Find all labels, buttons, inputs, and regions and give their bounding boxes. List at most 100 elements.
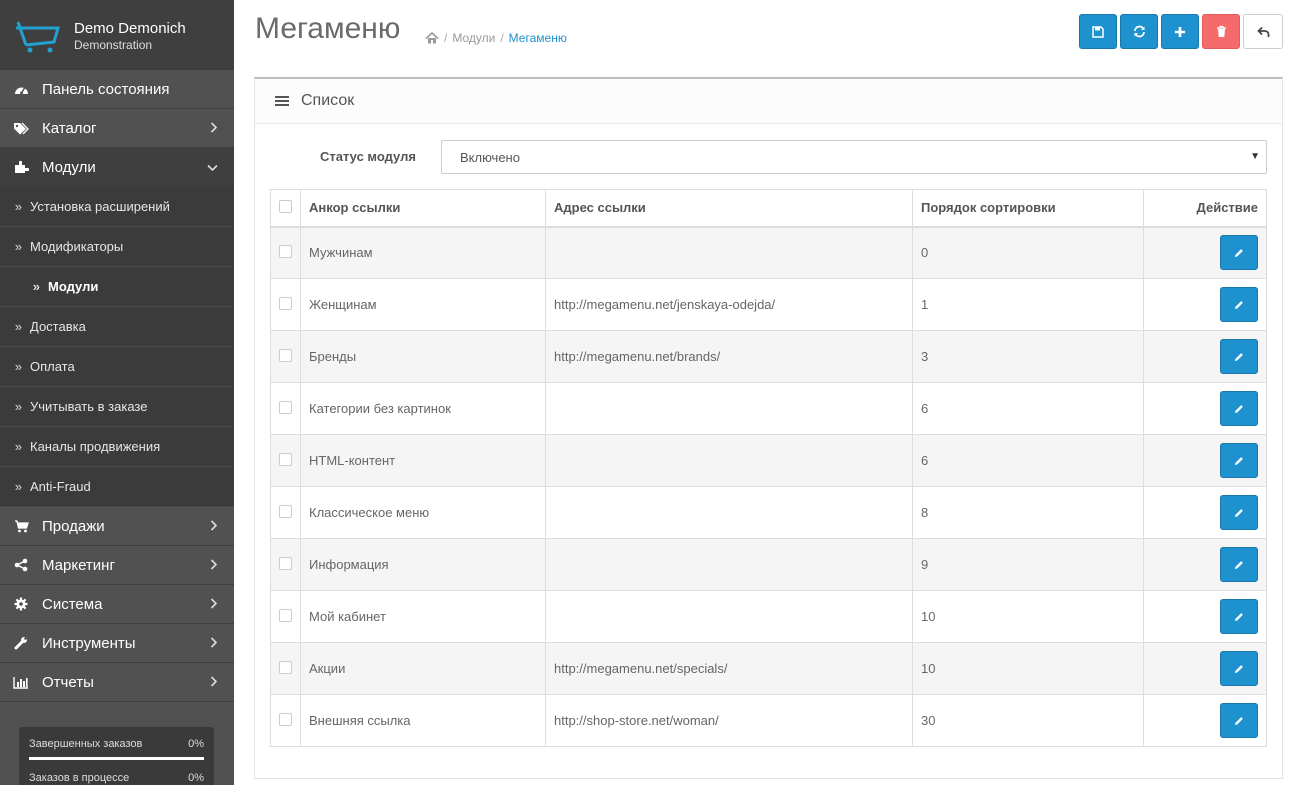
table-row: Мой кабинет 10 (270, 590, 1267, 643)
pencil-icon (1234, 457, 1243, 465)
anchor-cell: Классическое меню (300, 486, 546, 539)
row-checkbox[interactable] (279, 400, 292, 414)
table-header-row: Анкор ссылки Адрес ссылки Порядок сортир… (270, 189, 1267, 228)
home-icon[interactable] (425, 32, 439, 44)
edit-button[interactable] (1220, 495, 1258, 530)
chevron-right-icon (210, 559, 218, 570)
sub-nav-anti-fraud[interactable]: » Anti-Fraud (0, 467, 234, 507)
row-checkbox[interactable] (279, 660, 292, 674)
row-select-cell (270, 226, 301, 279)
anchor-cell: Категории без картинок (300, 382, 546, 435)
refresh-icon (1133, 25, 1145, 38)
pencil-icon (1234, 613, 1243, 621)
sub-nav-order-totals[interactable]: » Учитывать в заказе (0, 387, 234, 427)
progress-bar (29, 757, 204, 760)
sub-nav-payment[interactable]: » Оплата (0, 347, 234, 387)
dashboard-icon (0, 83, 42, 95)
add-button[interactable] (1161, 14, 1199, 49)
nav-label: Панель состояния (42, 80, 170, 98)
anchor-cell: Бренды (300, 330, 546, 383)
sub-nav-label: Каналы продвижения (30, 439, 161, 454)
nav-sales[interactable]: Продажи (0, 507, 234, 546)
action-cell (1143, 538, 1267, 591)
nav-marketing[interactable]: Маркетинг (0, 546, 234, 585)
row-checkbox[interactable] (279, 348, 292, 362)
action-cell (1143, 486, 1267, 539)
pencil-icon (1234, 561, 1243, 569)
delete-button[interactable] (1202, 14, 1240, 49)
row-select-cell (270, 538, 301, 591)
nav-tools[interactable]: Инструменты (0, 624, 234, 663)
breadcrumb-link-megamenu[interactable]: Мегаменю (509, 31, 567, 45)
row-checkbox[interactable] (279, 712, 292, 726)
nav-system[interactable]: Система (0, 585, 234, 624)
status-select[interactable]: Включено ▼ (441, 140, 1267, 174)
table-row: Женщинам http://megamenu.net/jenskaya-od… (270, 278, 1267, 331)
sort-cell: 1 (912, 278, 1144, 331)
nav-dashboard[interactable]: Панель состояния (0, 70, 234, 109)
chevron-right-icon (210, 637, 218, 648)
breadcrumb-link-modules[interactable]: Модули (452, 31, 495, 45)
edit-button[interactable] (1220, 651, 1258, 686)
row-select-cell (270, 330, 301, 383)
double-chevron-icon: » (14, 359, 22, 374)
nav-modules[interactable]: Модули (0, 148, 234, 187)
brand-name: Demo Demonich (74, 20, 186, 37)
edit-button[interactable] (1220, 443, 1258, 478)
chevron-down-icon (207, 164, 218, 172)
bar-chart-icon (0, 676, 42, 689)
sort-cell: 3 (912, 330, 1144, 383)
row-checkbox[interactable] (279, 244, 292, 258)
select-all-checkbox[interactable] (279, 199, 292, 213)
table-row: Мужчинам 0 (270, 226, 1267, 279)
pencil-icon (1234, 509, 1243, 517)
action-cell (1143, 278, 1267, 331)
pencil-icon (1234, 665, 1243, 673)
edit-button[interactable] (1220, 703, 1258, 738)
cart-icon (0, 519, 42, 533)
edit-button[interactable] (1220, 599, 1258, 634)
edit-button[interactable] (1220, 547, 1258, 582)
wrench-icon (0, 636, 42, 650)
share-icon (0, 558, 42, 572)
panel-heading: Список (255, 79, 1282, 124)
sub-nav-feeds[interactable]: » Каналы продвижения (0, 427, 234, 467)
sort-cell: 6 (912, 382, 1144, 435)
url-cell: http://shop-store.net/woman/ (545, 694, 913, 747)
progress-label: Заказов в процессе (29, 772, 130, 784)
row-checkbox[interactable] (279, 296, 292, 310)
sub-nav-shipping[interactable]: » Доставка (0, 307, 234, 347)
row-checkbox[interactable] (279, 452, 292, 466)
brand-header[interactable]: Demo Demonich Demonstration (0, 0, 234, 70)
save-button[interactable] (1079, 14, 1117, 49)
row-checkbox[interactable] (279, 608, 292, 622)
edit-button[interactable] (1220, 391, 1258, 426)
row-select-cell (270, 590, 301, 643)
double-chevron-icon: » (32, 279, 40, 294)
brand-subtitle: Demonstration (74, 38, 153, 52)
double-chevron-icon: » (14, 479, 22, 494)
chevron-right-icon (210, 676, 218, 687)
edit-button[interactable] (1220, 235, 1258, 271)
url-cell: http://megamenu.net/jenskaya-odejda/ (545, 278, 913, 331)
sub-nav-label: Anti-Fraud (30, 479, 91, 494)
edit-button[interactable] (1220, 287, 1258, 322)
sub-nav-modifications[interactable]: » Модификаторы (0, 227, 234, 267)
nav-catalog[interactable]: Каталог (0, 109, 234, 148)
back-button[interactable] (1243, 14, 1283, 49)
col-header-anchor[interactable]: Анкор ссылки (300, 189, 546, 228)
gear-icon (0, 597, 42, 611)
nav-reports[interactable]: Отчеты (0, 663, 234, 702)
col-header-url[interactable]: Адрес ссылки (545, 189, 913, 228)
row-checkbox[interactable] (279, 504, 292, 518)
sub-nav-modules[interactable]: » Модули (0, 267, 234, 307)
double-chevron-icon: » (14, 239, 22, 254)
col-header-sort-order[interactable]: Порядок сортировки (912, 189, 1144, 228)
pencil-icon (1234, 249, 1243, 258)
edit-button[interactable] (1220, 339, 1258, 374)
row-select-cell (270, 486, 301, 539)
chevron-right-icon (210, 598, 218, 609)
refresh-button[interactable] (1120, 14, 1158, 49)
sub-nav-extension-installer[interactable]: » Установка расширений (0, 187, 234, 227)
row-checkbox[interactable] (279, 556, 292, 570)
